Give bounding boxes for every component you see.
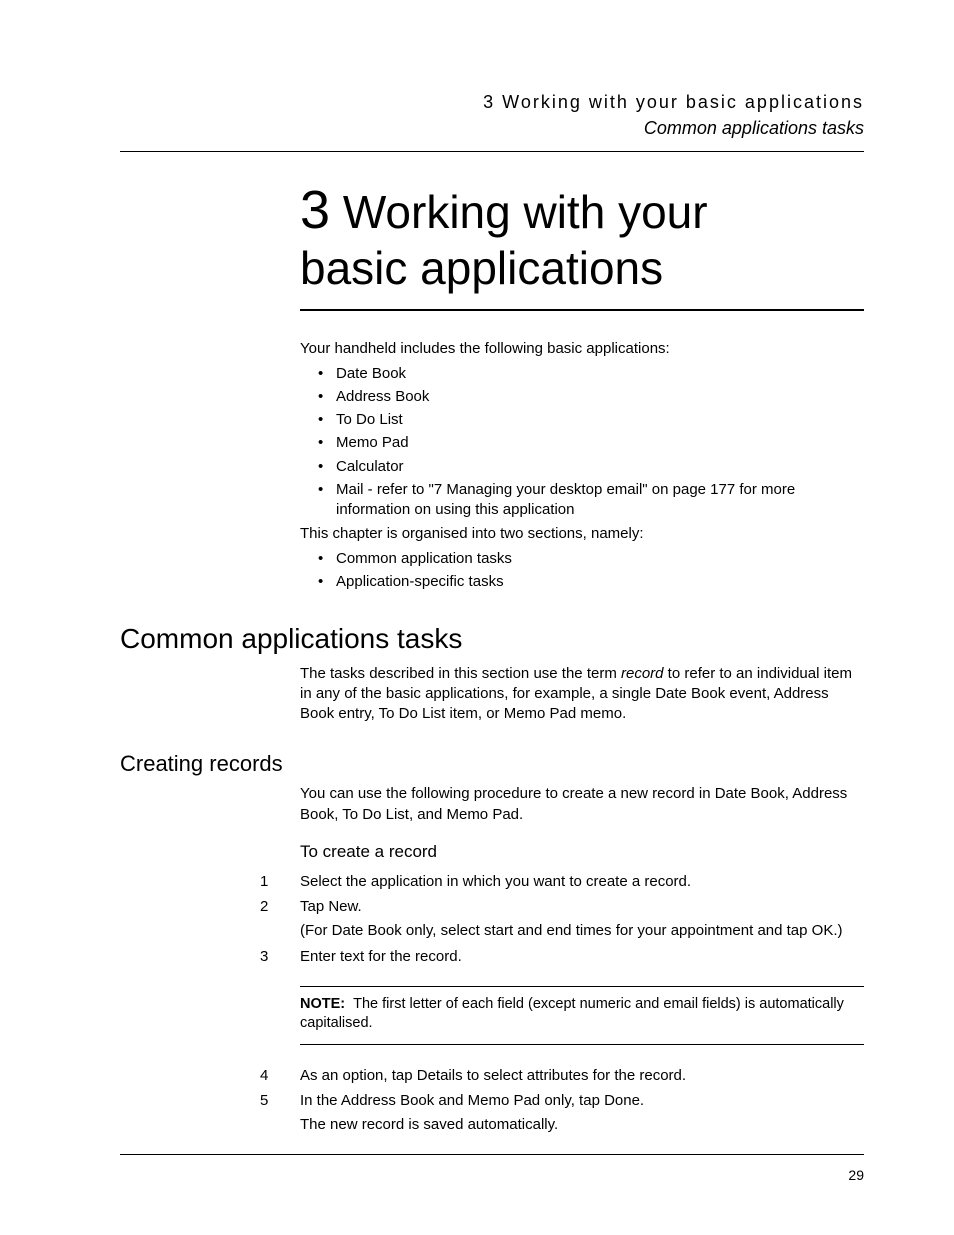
chapter-title-line-2: basic applications bbox=[300, 242, 864, 295]
header-rule bbox=[120, 151, 864, 152]
step-number: 5 bbox=[260, 1091, 300, 1136]
common-tasks-para: The tasks described in this section use … bbox=[300, 664, 864, 725]
common-tasks-body: The tasks described in this section use … bbox=[300, 664, 864, 725]
intro-app-list: Date Book Address Book To Do List Memo P… bbox=[318, 364, 864, 521]
procedure-step: 4 As an option, tap Details to select at… bbox=[260, 1066, 864, 1086]
chapter-number: 3 bbox=[300, 180, 330, 240]
list-item: Date Book bbox=[318, 364, 864, 384]
intro-lead: Your handheld includes the following bas… bbox=[300, 339, 864, 359]
creating-records-para: You can use the following procedure to c… bbox=[300, 784, 864, 825]
note-row: NOTE:The first letter of each field (exc… bbox=[260, 972, 864, 1061]
list-item: Common application tasks bbox=[318, 549, 864, 569]
footer-rule bbox=[120, 1154, 864, 1155]
step-sub: (For Date Book only, select start and en… bbox=[300, 921, 864, 941]
note-gutter bbox=[260, 972, 300, 1061]
note-label: NOTE: bbox=[300, 996, 345, 1012]
procedure-step: 2 Tap New. (For Date Book only, select s… bbox=[260, 897, 864, 942]
procedure-step: 5 In the Address Book and Memo Pad only,… bbox=[260, 1091, 864, 1136]
step-number: 3 bbox=[260, 947, 300, 967]
step-text: Enter text for the record. bbox=[300, 947, 864, 967]
list-item: Memo Pad bbox=[318, 433, 864, 453]
creating-records-body: You can use the following procedure to c… bbox=[300, 784, 864, 863]
page-number: 29 bbox=[848, 1166, 864, 1185]
running-header-chapter: 3 Working with your basic applications bbox=[120, 90, 864, 114]
intro-section-list: Common application tasks Application-spe… bbox=[318, 549, 864, 593]
step-main: In the Address Book and Memo Pad only, t… bbox=[300, 1091, 864, 1111]
step-number: 1 bbox=[260, 872, 300, 892]
chapter-title-line-1: Working with your bbox=[330, 186, 708, 238]
subsection-heading-creating-records: Creating records bbox=[120, 749, 864, 779]
page: 3 Working with your basic applications C… bbox=[0, 0, 954, 1235]
list-item: To Do List bbox=[318, 410, 864, 430]
procedure-heading: To create a record bbox=[300, 841, 864, 864]
procedure-step: 1 Select the application in which you wa… bbox=[260, 872, 864, 892]
step-text: In the Address Book and Memo Pad only, t… bbox=[300, 1091, 864, 1136]
procedure-steps: 1 Select the application in which you wa… bbox=[260, 872, 864, 1136]
step-text: Select the application in which you want… bbox=[300, 872, 864, 892]
list-item: Calculator bbox=[318, 457, 864, 477]
step-number: 2 bbox=[260, 897, 300, 942]
step-sub: The new record is saved automatically. bbox=[300, 1115, 864, 1135]
intro-block: Your handheld includes the following bas… bbox=[300, 339, 864, 592]
list-item: Address Book bbox=[318, 387, 864, 407]
note-wrapper: NOTE:The first letter of each field (exc… bbox=[300, 972, 864, 1061]
step-text: Tap New. (For Date Book only, select sta… bbox=[300, 897, 864, 942]
procedure-step: 3 Enter text for the record. bbox=[260, 947, 864, 967]
running-header-section: Common applications tasks bbox=[120, 116, 864, 140]
step-text: As an option, tap Details to select attr… bbox=[300, 1066, 864, 1086]
text-fragment: The tasks described in this section use … bbox=[300, 665, 621, 682]
chapter-title-block: 3 Working with your basic applications bbox=[300, 174, 864, 312]
list-item: Mail - refer to "7 Managing your desktop… bbox=[318, 480, 864, 521]
list-item: Application-specific tasks bbox=[318, 572, 864, 592]
note-box: NOTE:The first letter of each field (exc… bbox=[300, 986, 864, 1045]
note-text: The first letter of each field (except n… bbox=[300, 996, 844, 1032]
section-heading-common-tasks: Common applications tasks bbox=[120, 620, 864, 658]
term-record: record bbox=[621, 665, 664, 682]
step-main: Tap New. bbox=[300, 897, 864, 917]
intro-organise: This chapter is organised into two secti… bbox=[300, 524, 864, 544]
step-number: 4 bbox=[260, 1066, 300, 1086]
